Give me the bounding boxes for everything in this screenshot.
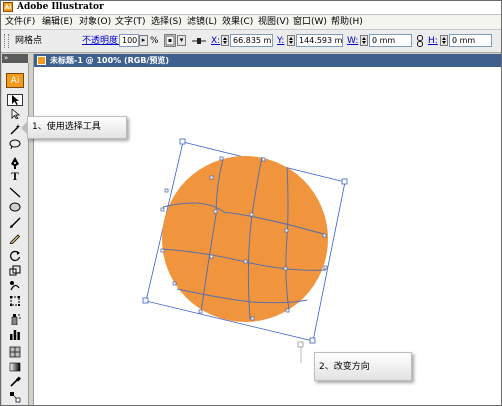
app-title: Adobe Illustrator (17, 2, 104, 12)
blend-icon (10, 392, 21, 403)
menu-effect[interactable]: 效果(C) (222, 15, 253, 29)
menu-edit[interactable]: 编辑(E) (42, 15, 73, 29)
menu-object[interactable]: 对象(O) (79, 15, 111, 29)
selection-tool[interactable] (7, 94, 23, 106)
magic-wand-icon (10, 124, 21, 135)
w-spinner[interactable] (360, 35, 368, 46)
eyedropper-tool[interactable] (7, 376, 23, 388)
w-label[interactable]: W: (347, 34, 358, 48)
scale-tool[interactable] (7, 265, 23, 277)
reference-point-grid-icon (165, 35, 175, 46)
mesh-tool[interactable] (7, 346, 23, 358)
ellipse-tool[interactable] (7, 202, 23, 214)
ellipse-icon (9, 202, 21, 212)
menu-select[interactable]: 选择(S) (151, 15, 182, 29)
lasso-tool[interactable] (7, 139, 23, 151)
document-tab[interactable]: 未标题-1 @ 100% (RGB/预览) (34, 54, 501, 67)
rotate-tool[interactable] (7, 250, 23, 262)
callout-step-2: 2、改变方向 (314, 352, 412, 381)
toolbox: Ai T (2, 63, 29, 405)
blend-tool[interactable] (7, 391, 23, 403)
illustrator-window: Ai Adobe Illustrator 文件(F) 编辑(E) 对象(O) 文… (0, 0, 502, 406)
h-spinner[interactable] (440, 35, 448, 46)
y-field[interactable]: 144.593 mm (296, 34, 343, 47)
line-segment-icon (9, 187, 21, 198)
lasso-icon (9, 139, 21, 150)
pencil-icon (9, 234, 21, 244)
x-field[interactable]: 66.835 mm (230, 34, 273, 47)
callout-anchor (297, 341, 304, 348)
reference-point-dropdown[interactable]: ▾ (177, 35, 186, 46)
direct-selection-tool[interactable] (7, 109, 23, 121)
bounding-box-handle[interactable] (179, 138, 186, 145)
warp-tool[interactable] (7, 280, 23, 292)
free-transform-icon (10, 296, 20, 306)
column-graph-tool[interactable] (7, 328, 23, 340)
document-title: 未标题-1 @ 100% (RGB/预览) (50, 56, 170, 65)
bounding-box-handle[interactable] (142, 297, 149, 304)
control-bar-grip[interactable] (4, 34, 9, 48)
opacity-link[interactable]: 不透明度: (82, 34, 121, 48)
h-label[interactable]: H: (428, 34, 438, 48)
y-label[interactable]: Y: (277, 34, 284, 48)
pen-icon (11, 157, 19, 169)
line-segment-tool[interactable] (7, 187, 23, 199)
direct-selection-icon (11, 109, 20, 119)
paintbrush-tool[interactable] (7, 217, 23, 229)
pen-tool[interactable] (7, 157, 23, 169)
transform-icon[interactable] (192, 36, 206, 46)
menu-view[interactable]: 视图(V) (258, 15, 289, 29)
ai-logo: Ai (6, 73, 24, 88)
paintbrush-icon (10, 217, 21, 228)
h-field[interactable]: 0 mm (449, 34, 492, 47)
reference-point-icon[interactable] (164, 34, 176, 47)
pencil-tool[interactable] (7, 232, 23, 244)
app-icon: Ai (3, 2, 13, 12)
menu-file[interactable]: 文件(F) (5, 15, 35, 29)
column-graph-icon (10, 330, 20, 340)
w-field[interactable]: 0 mm (369, 34, 412, 47)
x-label[interactable]: X: (211, 34, 220, 48)
gradient-tool[interactable] (7, 361, 23, 373)
selection-type-label: 网格点 (15, 36, 43, 46)
menu-bar: 文件(F) 编辑(E) 对象(O) 文字(T) 选择(S) 滤镜(L) 效果(C… (1, 15, 501, 30)
symbol-sprayer-tool[interactable] (7, 313, 23, 325)
opacity-percent: % (150, 36, 159, 46)
free-transform-tool[interactable] (7, 295, 23, 307)
control-bar: 网格点 不透明度: 100 ▸ % ▾ X: 66.835 mm Y: 144.… (1, 30, 501, 53)
gradient-icon (9, 362, 21, 372)
document-window: 未标题-1 @ 100% (RGB/预览) (33, 54, 501, 405)
menu-window[interactable]: 窗口(W) (293, 15, 327, 29)
x-spinner[interactable] (221, 35, 229, 46)
selection-arrow-icon (12, 95, 19, 105)
menu-type[interactable]: 文字(T) (115, 15, 146, 29)
scale-icon (9, 265, 21, 276)
warp-icon (10, 281, 20, 291)
menu-help[interactable]: 帮助(H) (331, 15, 363, 29)
rotate-icon (10, 250, 21, 261)
mesh-icon (9, 346, 21, 358)
bounding-box-handle[interactable] (309, 337, 316, 344)
title-bar: Ai Adobe Illustrator (1, 1, 501, 15)
document-icon (37, 56, 46, 65)
bounding-box-handle[interactable] (341, 178, 348, 185)
callout-step-1: 1、使用选择工具 (27, 116, 127, 139)
link-proportions-icon[interactable] (416, 35, 424, 47)
menu-filter[interactable]: 滤镜(L) (187, 15, 217, 29)
y-spinner[interactable] (287, 35, 295, 46)
symbol-sprayer-icon (11, 314, 21, 325)
opacity-field[interactable]: 100 (119, 34, 139, 47)
eyedropper-icon (10, 376, 21, 387)
orange-sphere[interactable] (162, 156, 328, 322)
opacity-dropdown-button[interactable]: ▸ (139, 35, 148, 46)
type-tool[interactable]: T (7, 172, 23, 184)
toolbox-header[interactable]: » (2, 54, 28, 63)
